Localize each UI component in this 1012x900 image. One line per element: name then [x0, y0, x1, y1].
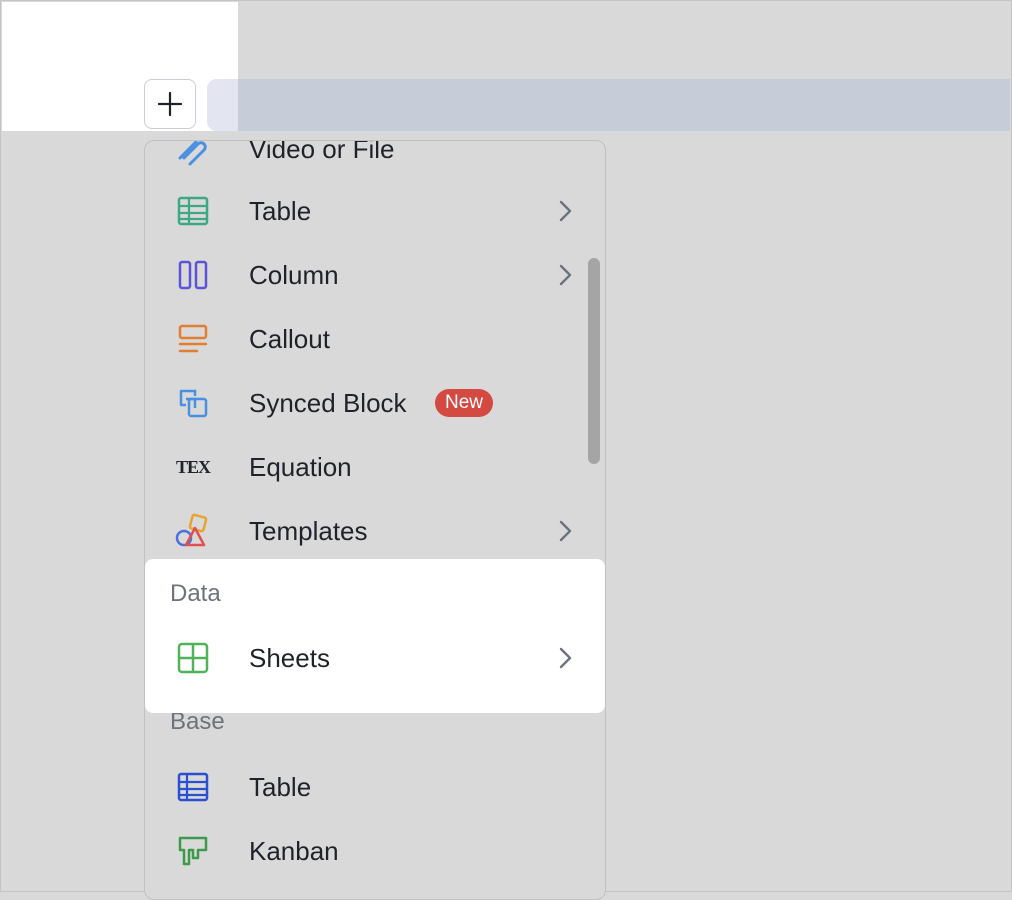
kanban-icon [175, 833, 211, 869]
menu-item-label: Kanban [249, 836, 339, 866]
menu-item-label: Equation [249, 452, 352, 482]
add-block-button[interactable] [144, 79, 196, 129]
base-table-icon [175, 769, 211, 805]
menu-item-equation[interactable]: TEX Equation [145, 435, 605, 499]
menu-item-label: Column [249, 260, 339, 290]
menu-item-sheets[interactable]: Sheets [145, 626, 605, 690]
sheets-icon [175, 640, 211, 676]
menu-item-label: Sheets [249, 643, 330, 673]
menu-item-label: Callout [249, 324, 330, 354]
menu-item-label: Table [249, 772, 312, 802]
menu-item-kanban[interactable]: Kanban [145, 819, 605, 883]
menu-item-label: Table [249, 196, 312, 226]
chevron-right-icon [559, 264, 572, 286]
callout-icon [175, 321, 211, 357]
synced-block-icon [175, 385, 211, 421]
menu-item-base-table[interactable]: Table [145, 755, 605, 819]
chevron-right-icon [559, 200, 572, 222]
chevron-right-icon [559, 520, 572, 542]
menu-item-column[interactable]: Column [145, 243, 605, 307]
menu-scrollbar[interactable] [588, 258, 600, 464]
menu-item-table[interactable]: Table [145, 179, 605, 243]
tex-icon: TEX [175, 456, 211, 477]
document-canvas [2, 2, 238, 131]
menu-item-video-or-file[interactable]: Video or File [145, 140, 605, 181]
menu-item-label: Video or File [249, 140, 395, 164]
insert-block-menu: Video or File Table Column Callout Synce… [144, 140, 606, 900]
menu-item-callout[interactable]: Callout [145, 307, 605, 371]
menu-item-label: Synced Block [249, 388, 407, 418]
column-icon [175, 257, 211, 293]
attachment-icon [175, 141, 211, 167]
data-section-card: Data Sheets [145, 559, 605, 713]
table-icon [175, 193, 211, 229]
selected-block-highlight [207, 79, 1010, 131]
menu-item-templates[interactable]: Templates [145, 499, 605, 563]
plus-icon [157, 91, 183, 117]
templates-icon [175, 513, 211, 549]
menu-item-label: Templates [249, 516, 368, 546]
new-badge: New [435, 389, 494, 417]
menu-item-synced-block[interactable]: Synced Block [145, 371, 605, 435]
chevron-right-icon [559, 647, 572, 669]
section-title-data: Data [170, 580, 221, 607]
